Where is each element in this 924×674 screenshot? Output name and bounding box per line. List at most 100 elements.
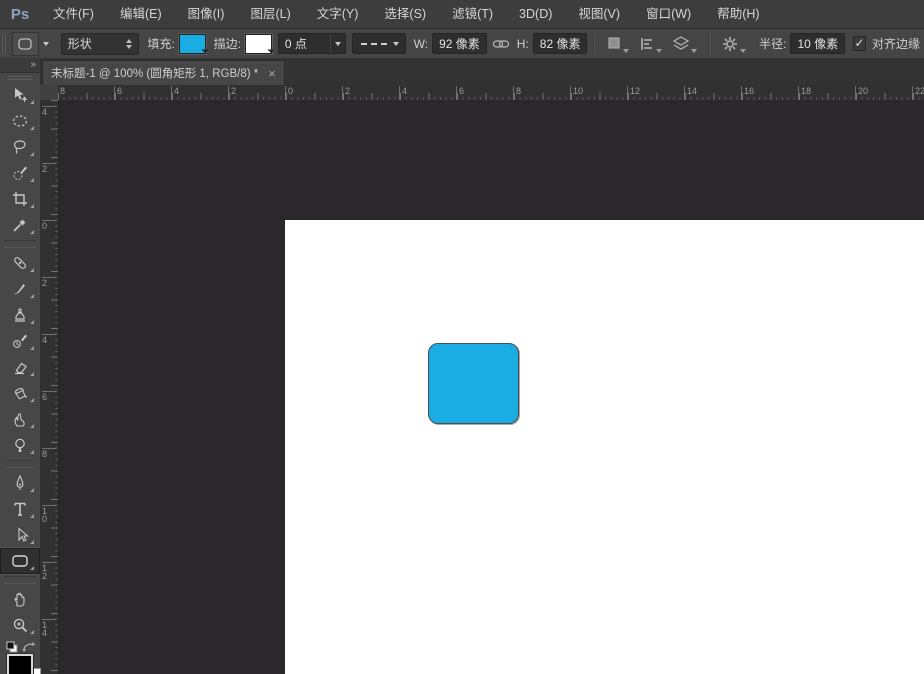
caret-down-icon <box>691 49 697 53</box>
type-tool[interactable] <box>0 496 40 522</box>
rounded-rectangle-tool[interactable] <box>0 548 40 574</box>
paint-bucket-tool[interactable] <box>0 380 40 406</box>
ruler-label: 0 <box>42 220 49 230</box>
menu-window[interactable]: 窗口(W) <box>633 0 704 28</box>
eraser-tool[interactable] <box>0 354 40 380</box>
history-brush-tool[interactable] <box>0 328 40 354</box>
fill-color-swatch[interactable] <box>179 34 206 54</box>
stroke-width-field[interactable]: 0 点 <box>278 33 346 54</box>
zoom-tool[interactable] <box>0 612 40 638</box>
align-edges-checkbox[interactable]: ✓ <box>853 36 866 51</box>
ruler-label: 2 <box>228 86 236 96</box>
path-selection-tool[interactable] <box>0 522 40 548</box>
stroke-color-swatch[interactable] <box>245 34 272 54</box>
menu-file[interactable]: 文件(F) <box>40 0 107 28</box>
ruler-corner[interactable] <box>40 85 59 101</box>
tab-close-icon[interactable]: × <box>268 68 276 79</box>
horizontal-ruler: 8 6 4 2 0 2 4 6 8 10 12 14 16 18 20 22 <box>58 85 924 101</box>
ruler-label: 4 <box>171 86 179 96</box>
ruler-label: 12 <box>42 562 49 580</box>
align-icon <box>639 35 655 53</box>
pasteboard[interactable] <box>59 100 924 674</box>
chain-link-icon <box>492 37 510 51</box>
stroke-width-caret[interactable] <box>330 34 345 53</box>
pen-tool[interactable] <box>0 470 40 496</box>
move-tool[interactable] <box>0 82 40 108</box>
tool-preset-caret-icon[interactable] <box>43 42 49 46</box>
path-arrangement-button[interactable] <box>672 35 697 53</box>
ruler-label: 10 <box>570 86 583 96</box>
options-bar: 形状 填充: 描边: 0 点 W: 92 像素 H: <box>0 29 924 59</box>
fill-swatch-caret-icon <box>198 42 209 53</box>
ruler-label: 6 <box>456 86 464 96</box>
brush-tool[interactable] <box>0 276 40 302</box>
toolbar-separator <box>4 576 36 584</box>
caret-down-icon <box>393 42 399 46</box>
ruler-label: 4 <box>399 86 407 96</box>
quick-selection-tool[interactable] <box>0 160 40 186</box>
color-wells <box>0 640 40 674</box>
menu-select[interactable]: 选择(S) <box>371 0 439 28</box>
ruler-label: 8 <box>42 448 49 458</box>
ruler-label: 14 <box>684 86 697 96</box>
toolbar-separator <box>4 460 36 468</box>
menu-image[interactable]: 图像(I) <box>175 0 238 28</box>
document-tab[interactable]: 未标题-1 @ 100% (圆角矩形 1, RGB/8) * × <box>42 60 285 85</box>
tool-mode-updown-icon <box>126 39 132 49</box>
shape-height-value: 82 像素 <box>540 35 581 52</box>
checkmark-icon: ✓ <box>855 36 865 50</box>
radius-input[interactable]: 10 像素 <box>790 33 845 54</box>
caret-down-icon <box>656 49 662 53</box>
foreground-color-swatch[interactable] <box>7 654 33 674</box>
menu-help[interactable]: 帮助(H) <box>704 0 772 28</box>
marquee-tool[interactable] <box>0 108 40 134</box>
gear-icon <box>721 35 739 53</box>
ruler-label: 8 <box>513 86 521 96</box>
lasso-tool[interactable] <box>0 134 40 160</box>
document-canvas[interactable] <box>285 220 924 674</box>
shape-width-input[interactable]: 92 像素 <box>432 33 487 54</box>
eyedropper-tool[interactable] <box>0 212 40 238</box>
healing-brush-tool[interactable] <box>0 250 40 276</box>
tool-preset-button[interactable] <box>12 32 39 56</box>
separator <box>593 33 595 55</box>
tool-mode-select[interactable]: 形状 <box>61 33 140 55</box>
vertical-ruler: 4 2 0 2 4 6 8 10 12 14 <box>40 100 59 674</box>
link-dimensions-button[interactable] <box>492 37 510 51</box>
menu-type[interactable]: 文字(Y) <box>304 0 372 28</box>
path-operations-button[interactable] <box>606 35 629 53</box>
menu-edit[interactable]: 编辑(E) <box>107 0 175 28</box>
photoshop-logo: Ps <box>0 6 40 23</box>
fill-label: 填充: <box>147 35 174 52</box>
dashed-line-icon <box>361 43 387 45</box>
menu-view[interactable]: 视图(V) <box>565 0 633 28</box>
shape-width-value: 92 像素 <box>439 35 480 52</box>
toolbar-grip <box>7 76 33 80</box>
height-label: H: <box>517 37 529 51</box>
shape-settings-button[interactable] <box>721 35 746 53</box>
dodge-tool[interactable] <box>0 432 40 458</box>
menu-filter[interactable]: 滤镜(T) <box>439 0 506 28</box>
toolbar-separator <box>4 240 36 248</box>
ruler-label: 14 <box>42 619 49 637</box>
crop-tool[interactable] <box>0 186 40 212</box>
caret-down-icon <box>740 49 746 53</box>
radius-label: 半径: <box>759 35 786 52</box>
stroke-type-dropdown[interactable] <box>352 33 406 54</box>
shape-height-input[interactable]: 82 像素 <box>533 33 588 54</box>
rounded-rectangle-shape[interactable] <box>428 343 519 424</box>
radius-value: 10 像素 <box>797 35 838 52</box>
ruler-label: 12 <box>627 86 640 96</box>
toolbar-collapse-button[interactable]: » <box>0 58 40 73</box>
ruler-label: 2 <box>42 163 49 173</box>
menu-3d[interactable]: 3D(D) <box>506 0 565 28</box>
ruler-label: 6 <box>114 86 122 96</box>
ruler-label: 2 <box>342 86 350 96</box>
path-alignment-button[interactable] <box>639 35 662 53</box>
menu-layer[interactable]: 图层(L) <box>237 0 303 28</box>
stroke-swatch-caret-icon <box>264 42 275 53</box>
hand-tool[interactable] <box>0 586 40 612</box>
ruler-label: 16 <box>741 86 754 96</box>
blur-tool[interactable] <box>0 406 40 432</box>
clone-stamp-tool[interactable] <box>0 302 40 328</box>
